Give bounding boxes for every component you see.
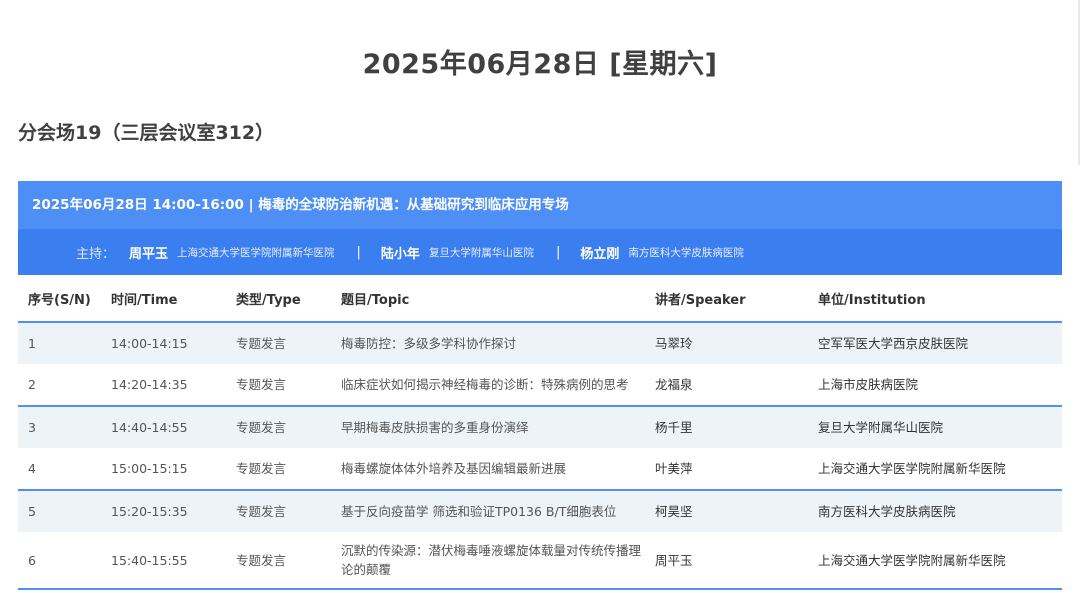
table-row: 6 15:40-15:55 专题发言 沉默的传染源：潜伏梅毒唾液螺旋体载量对传统… bbox=[18, 532, 1062, 590]
cell-type: 专题发言 bbox=[226, 364, 331, 407]
cell-institution: 南方医科大学皮肤病医院 bbox=[808, 490, 1062, 532]
cell-sn: 2 bbox=[18, 364, 101, 407]
column-header-speaker: 讲者/Speaker bbox=[645, 275, 808, 323]
cell-type: 专题发言 bbox=[226, 406, 331, 448]
cell-institution: 上海交通大学医学院附属新华医院 bbox=[808, 448, 1062, 491]
cell-institution: 上海交通大学医学院附属新华医院 bbox=[808, 532, 1062, 590]
column-header-institution: 单位/Institution bbox=[808, 275, 1062, 323]
page-title: 2025年06月28日 [星期六] bbox=[362, 49, 718, 80]
column-header-topic: 题目/Topic bbox=[331, 275, 645, 323]
cell-time: 14:00-14:15 bbox=[101, 322, 226, 364]
cell-type: 专题发言 bbox=[226, 532, 331, 590]
cell-type: 专题发言 bbox=[226, 490, 331, 532]
cell-topic: 早期梅毒皮肤损害的多重身份演绎 bbox=[331, 406, 645, 448]
column-header-sn: 序号(S/N) bbox=[18, 275, 101, 323]
cell-institution: 复旦大学附属华山医院 bbox=[808, 406, 1062, 448]
cell-speaker: 马翠玲 bbox=[645, 322, 808, 364]
host-name: 陆小年 bbox=[380, 246, 420, 262]
schedule-table: 序号(S/N) 时间/Time 类型/Type 题目/Topic 讲者/Spea… bbox=[18, 275, 1062, 590]
cell-topic: 基于反向疫苗学 筛选和验证TP0136 B/T细胞表位 bbox=[331, 490, 645, 532]
session-title: 2025年06月28日 14:00-16:00 | 梅毒的全球防治新机遇：从基础… bbox=[32, 197, 569, 213]
table-row: 4 15:00-15:15 专题发言 梅毒螺旋体体外培养及基因编辑最新进展 叶美… bbox=[18, 448, 1062, 491]
cell-sn: 5 bbox=[18, 490, 101, 532]
cell-institution: 空军军医大学西京皮肤医院 bbox=[808, 322, 1062, 364]
cell-topic: 梅毒防控：多级多学科协作探讨 bbox=[331, 322, 645, 364]
table-row: 1 14:00-14:15 专题发言 梅毒防控：多级多学科协作探讨 马翠玲 空军… bbox=[18, 322, 1062, 364]
cell-time: 15:40-15:55 bbox=[101, 532, 226, 590]
cell-sn: 4 bbox=[18, 448, 101, 491]
cell-speaker: 柯昊坚 bbox=[645, 490, 808, 532]
cell-topic: 临床症状如何揭示神经梅毒的诊断：特殊病例的思考 bbox=[331, 364, 645, 407]
session-hosts-bar: 主持： 周平玉 上海交通大学医学院附属新华医院 | 陆小年 复旦大学附属华山医院… bbox=[18, 229, 1062, 275]
cell-time: 14:40-14:55 bbox=[101, 406, 226, 448]
schedule-page: 2025年06月28日 [星期六] 分会场19（三层会议室312） 2025年0… bbox=[0, 0, 1080, 604]
cell-speaker: 叶美萍 bbox=[645, 448, 808, 491]
table-row: 5 15:20-15:35 专题发言 基于反向疫苗学 筛选和验证TP0136 B… bbox=[18, 490, 1062, 532]
cell-topic: 梅毒螺旋体体外培养及基因编辑最新进展 bbox=[331, 448, 645, 491]
cell-type: 专题发言 bbox=[226, 448, 331, 491]
venue-title: 分会场19（三层会议室312） bbox=[18, 122, 275, 144]
cell-time: 15:00-15:15 bbox=[101, 448, 226, 491]
host-separator: | bbox=[555, 244, 561, 260]
host-institution: 复旦大学附属华山医院 bbox=[428, 246, 534, 259]
cell-sn: 3 bbox=[18, 406, 101, 448]
cell-speaker: 周平玉 bbox=[645, 532, 808, 590]
hosts-label: 主持： bbox=[76, 246, 116, 262]
cell-institution: 上海市皮肤病医院 bbox=[808, 364, 1062, 407]
cell-speaker: 龙福泉 bbox=[645, 364, 808, 407]
host-institution: 上海交通大学医学院附属新华医院 bbox=[177, 246, 335, 259]
column-header-time: 时间/Time bbox=[101, 275, 226, 323]
column-header-type: 类型/Type bbox=[226, 275, 331, 323]
cell-time: 15:20-15:35 bbox=[101, 490, 226, 532]
cell-sn: 6 bbox=[18, 532, 101, 590]
cell-type: 专题发言 bbox=[226, 322, 331, 364]
cell-sn: 1 bbox=[18, 322, 101, 364]
cell-speaker: 杨千里 bbox=[645, 406, 808, 448]
table-header-row: 序号(S/N) 时间/Time 类型/Type 题目/Topic 讲者/Spea… bbox=[18, 275, 1062, 323]
host-institution: 南方医科大学皮肤病医院 bbox=[628, 246, 744, 259]
table-row: 2 14:20-14:35 专题发言 临床症状如何揭示神经梅毒的诊断：特殊病例的… bbox=[18, 364, 1062, 407]
host-separator: | bbox=[356, 244, 361, 260]
cell-topic: 沉默的传染源：潜伏梅毒唾液螺旋体载量对传统传播理论的颠覆 bbox=[331, 532, 645, 590]
table-row: 3 14:40-14:55 专题发言 早期梅毒皮肤损害的多重身份演绎 杨千里 复… bbox=[18, 406, 1062, 448]
host-name: 杨立刚 bbox=[580, 246, 620, 262]
host-name: 周平玉 bbox=[129, 246, 169, 262]
cell-time: 14:20-14:35 bbox=[101, 364, 226, 407]
session-title-bar: 2025年06月28日 14:00-16:00 | 梅毒的全球防治新机遇：从基础… bbox=[18, 181, 1062, 229]
